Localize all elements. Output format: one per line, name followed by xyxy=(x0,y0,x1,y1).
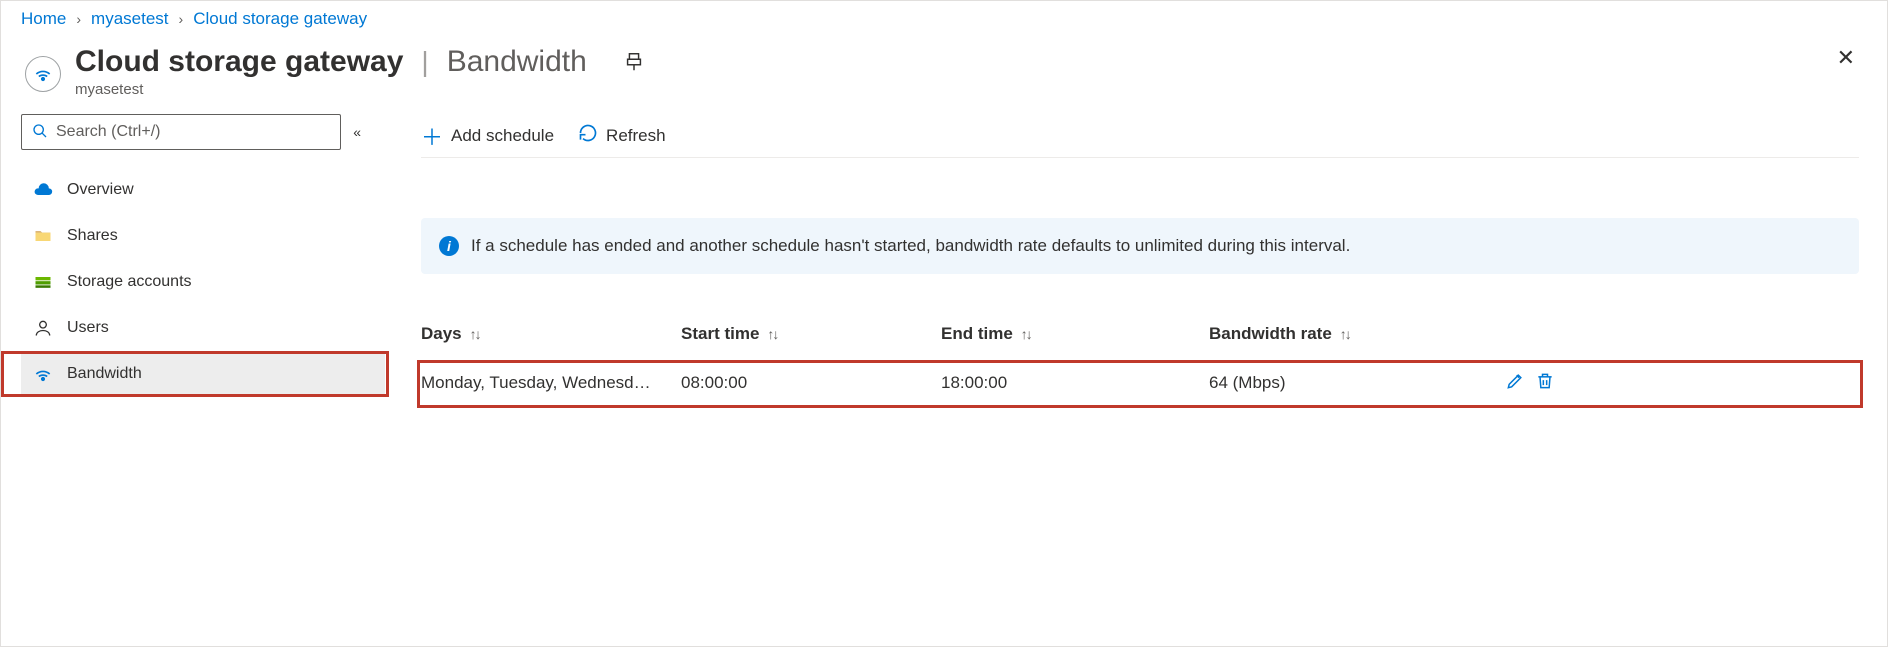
column-header-start-time[interactable]: Start time↑↓ xyxy=(681,324,941,344)
sidebar-item-label: Shares xyxy=(67,227,118,245)
sidebar-item-label: Storage accounts xyxy=(67,273,192,291)
page-section: Bandwidth xyxy=(447,45,587,79)
sort-icon: ↑↓ xyxy=(767,326,777,342)
breadcrumb-home[interactable]: Home xyxy=(21,9,66,29)
info-banner-text: If a schedule has ended and another sche… xyxy=(471,236,1350,256)
title-divider: | xyxy=(421,46,428,78)
sidebar-item-overview[interactable]: Overview xyxy=(21,168,385,212)
sidebar-item-storage-accounts[interactable]: Storage accounts xyxy=(21,260,385,304)
add-schedule-label: Add schedule xyxy=(451,126,554,146)
close-button[interactable]: ✕ xyxy=(1837,45,1855,71)
cell-bandwidth-rate: 64 (Mbps) xyxy=(1209,373,1479,393)
breadcrumb-resource[interactable]: myasetest xyxy=(91,9,168,29)
add-schedule-button[interactable]: ＋ Add schedule xyxy=(421,120,554,152)
refresh-icon xyxy=(578,123,598,148)
sort-icon: ↑↓ xyxy=(1340,326,1350,342)
chevron-right-icon: › xyxy=(76,11,81,27)
cell-start-time: 08:00:00 xyxy=(681,373,941,393)
highlight-annotation xyxy=(1,351,389,397)
schedule-table: Days↑↓ Start time↑↓ End time↑↓ Bandwidth… xyxy=(421,314,1859,406)
page-title: Cloud storage gateway xyxy=(75,45,403,79)
sort-icon: ↑↓ xyxy=(1021,326,1031,342)
delete-button[interactable] xyxy=(1535,371,1555,396)
column-header-days[interactable]: Days↑↓ xyxy=(421,324,681,344)
resource-name: myasetest xyxy=(75,81,645,98)
cell-end-time: 18:00:00 xyxy=(941,373,1209,393)
sidebar: « Overview Shares xyxy=(21,114,385,406)
sidebar-item-users[interactable]: Users xyxy=(21,306,385,350)
table-row[interactable]: Monday, Tuesday, Wednesd… 08:00:00 18:00… xyxy=(421,360,1859,406)
wifi-icon xyxy=(25,56,61,92)
breadcrumb: Home › myasetest › Cloud storage gateway xyxy=(1,1,1887,33)
info-banner: i If a schedule has ended and another sc… xyxy=(421,218,1859,274)
sidebar-item-shares[interactable]: Shares xyxy=(21,214,385,258)
sidebar-item-label: Users xyxy=(67,319,109,337)
info-icon: i xyxy=(439,236,459,256)
edit-button[interactable] xyxy=(1505,371,1525,396)
wifi-icon xyxy=(33,364,53,384)
toolbar: ＋ Add schedule Refresh xyxy=(421,114,1859,158)
pin-icon[interactable] xyxy=(623,51,645,73)
search-input[interactable] xyxy=(56,123,330,141)
collapse-sidebar-button[interactable]: « xyxy=(353,124,361,140)
search-input-container[interactable] xyxy=(21,114,341,150)
cell-days: Monday, Tuesday, Wednesd… xyxy=(421,373,661,393)
user-icon xyxy=(33,318,53,338)
breadcrumb-service[interactable]: Cloud storage gateway xyxy=(193,9,367,29)
chevron-right-icon: › xyxy=(179,11,184,27)
sort-icon: ↑↓ xyxy=(470,326,480,342)
column-header-end-time[interactable]: End time↑↓ xyxy=(941,324,1209,344)
refresh-label: Refresh xyxy=(606,126,666,146)
sidebar-item-bandwidth[interactable]: Bandwidth xyxy=(21,352,385,396)
cloud-icon xyxy=(33,180,53,200)
sidebar-item-label: Bandwidth xyxy=(67,365,142,383)
plus-icon: ＋ xyxy=(421,120,443,152)
main-content: ＋ Add schedule Refresh i If a schedule h… xyxy=(385,114,1887,406)
sidebar-item-label: Overview xyxy=(67,181,134,199)
refresh-button[interactable]: Refresh xyxy=(578,123,666,148)
column-header-bandwidth-rate[interactable]: Bandwidth rate↑↓ xyxy=(1209,324,1479,344)
search-icon xyxy=(32,123,48,142)
folder-icon xyxy=(33,226,53,246)
storage-icon xyxy=(33,272,53,292)
